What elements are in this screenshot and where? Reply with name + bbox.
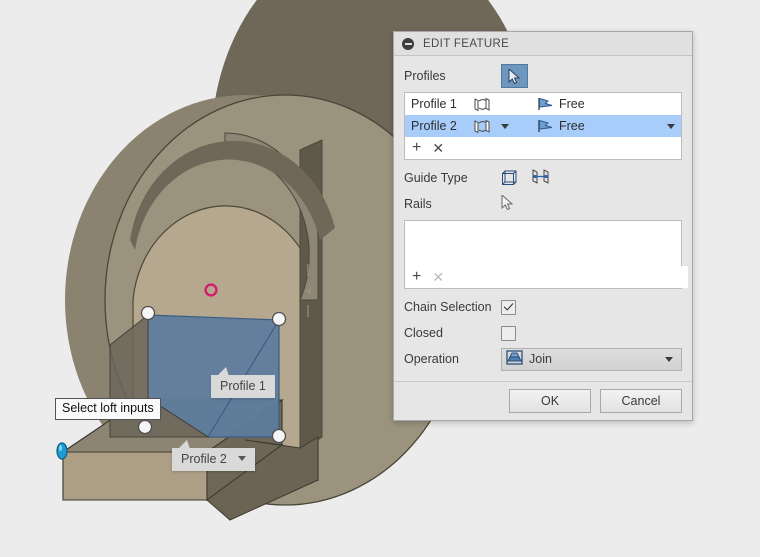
callout-tail-icon [217, 367, 229, 376]
closed-label: Closed [404, 326, 443, 340]
callout-profile-1-label: Profile 1 [220, 379, 266, 393]
app-root: Profile 1 Profile 2 Select loft inputs E… [0, 0, 760, 557]
callout-profile-2-label: Profile 2 [181, 452, 227, 466]
profiles-label: Profiles [404, 69, 446, 83]
centerline-guide-icon[interactable] [531, 168, 550, 188]
guide-type-row: Guide Type [404, 165, 682, 191]
callout-profile-2[interactable]: Profile 2 [172, 440, 256, 471]
join-boolean-icon [506, 350, 523, 368]
add-profile-icon[interactable]: + [412, 140, 421, 156]
chevron-down-icon[interactable] [238, 456, 247, 462]
chevron-down-icon [665, 356, 673, 362]
closed-checkbox[interactable] [501, 325, 516, 341]
tangent-flag-glyph [538, 97, 553, 110]
guide-type-label: Guide Type [404, 171, 468, 185]
callout-profile-1[interactable]: Profile 1 [211, 367, 275, 398]
profile-row-1-condition[interactable]: Free [559, 97, 661, 111]
cursor-arrow-glyph [501, 193, 514, 211]
add-rail-icon[interactable]: + [412, 269, 421, 285]
operation-label: Operation [404, 352, 459, 366]
profile-loop-glyph [474, 97, 490, 111]
guide-type-options [501, 168, 550, 188]
rails-guide-icon[interactable] [501, 168, 520, 188]
operation-value: Join [529, 352, 552, 366]
chain-selection-label: Chain Selection [404, 300, 492, 314]
profiles-listbox[interactable]: Profile 1 Free Profile 2 Free + ✕ [404, 92, 682, 160]
chain-selection-row: Chain Selection [404, 294, 682, 320]
operation-row: Operation Join [404, 346, 682, 372]
rails-listbox-footer: + ✕ [405, 266, 688, 288]
rails-label: Rails [404, 197, 432, 211]
profile-row-2[interactable]: Profile 2 Free [405, 115, 681, 137]
tooltip-text: Select loft inputs [62, 401, 154, 415]
profile-loop-glyph [474, 119, 490, 133]
dialog-body: Profiles Profile 1 Free Profile 2 Free +… [394, 56, 692, 372]
profile-row-2-options-caret[interactable] [501, 123, 537, 129]
cancel-button[interactable]: Cancel [600, 389, 682, 413]
tangent-flag-icon [537, 97, 559, 111]
rails-guide-glyph [502, 170, 517, 185]
profile-row-1-name: Profile 1 [411, 97, 457, 111]
profile-row-2-condition[interactable]: Free [559, 119, 661, 133]
closed-row: Closed [404, 320, 682, 346]
profiles-listbox-footer: + ✕ [405, 137, 681, 159]
edit-feature-dialog[interactable]: EDIT FEATURE Profiles Profile 1 Free Pro… [393, 31, 693, 421]
ok-button[interactable]: OK [509, 389, 591, 413]
profile-loop-icon [473, 119, 501, 134]
cursor-arrow-icon[interactable] [501, 64, 528, 88]
join-boolean-glyph [506, 350, 523, 365]
profile-loop-icon [473, 97, 501, 112]
tooltip-select-loft-inputs: Select loft inputs [55, 398, 161, 420]
profiles-row: Profiles [404, 63, 682, 89]
profile-row-2-name: Profile 2 [411, 119, 457, 133]
remove-rail-icon: ✕ [432, 269, 445, 285]
dialog-footer: OK Cancel [394, 381, 692, 420]
minus-circle-icon[interactable] [402, 37, 414, 50]
rails-row: Rails [404, 191, 682, 217]
dialog-title: EDIT FEATURE [423, 37, 510, 50]
profile-row-2-condition-caret[interactable] [661, 123, 681, 129]
cursor-arrow-glyph [508, 68, 521, 84]
profile-row-1[interactable]: Profile 1 Free [405, 93, 681, 115]
tangent-flag-icon [537, 119, 559, 133]
chevron-down-icon [667, 123, 675, 129]
centerline-guide-glyph [532, 169, 549, 184]
remove-profile-icon[interactable]: ✕ [432, 141, 444, 155]
operation-dropdown[interactable]: Join [501, 347, 682, 371]
rails-listbox[interactable]: + ✕ [404, 220, 688, 289]
drag-handle[interactable] [56, 442, 68, 460]
tangent-flag-glyph [538, 119, 553, 132]
chain-selection-checkbox[interactable] [501, 299, 516, 315]
callout-tail-icon [178, 440, 190, 449]
rails-cursor-hint-icon [501, 193, 514, 213]
chevron-down-icon [501, 123, 509, 129]
dialog-titlebar[interactable]: EDIT FEATURE [394, 32, 692, 56]
